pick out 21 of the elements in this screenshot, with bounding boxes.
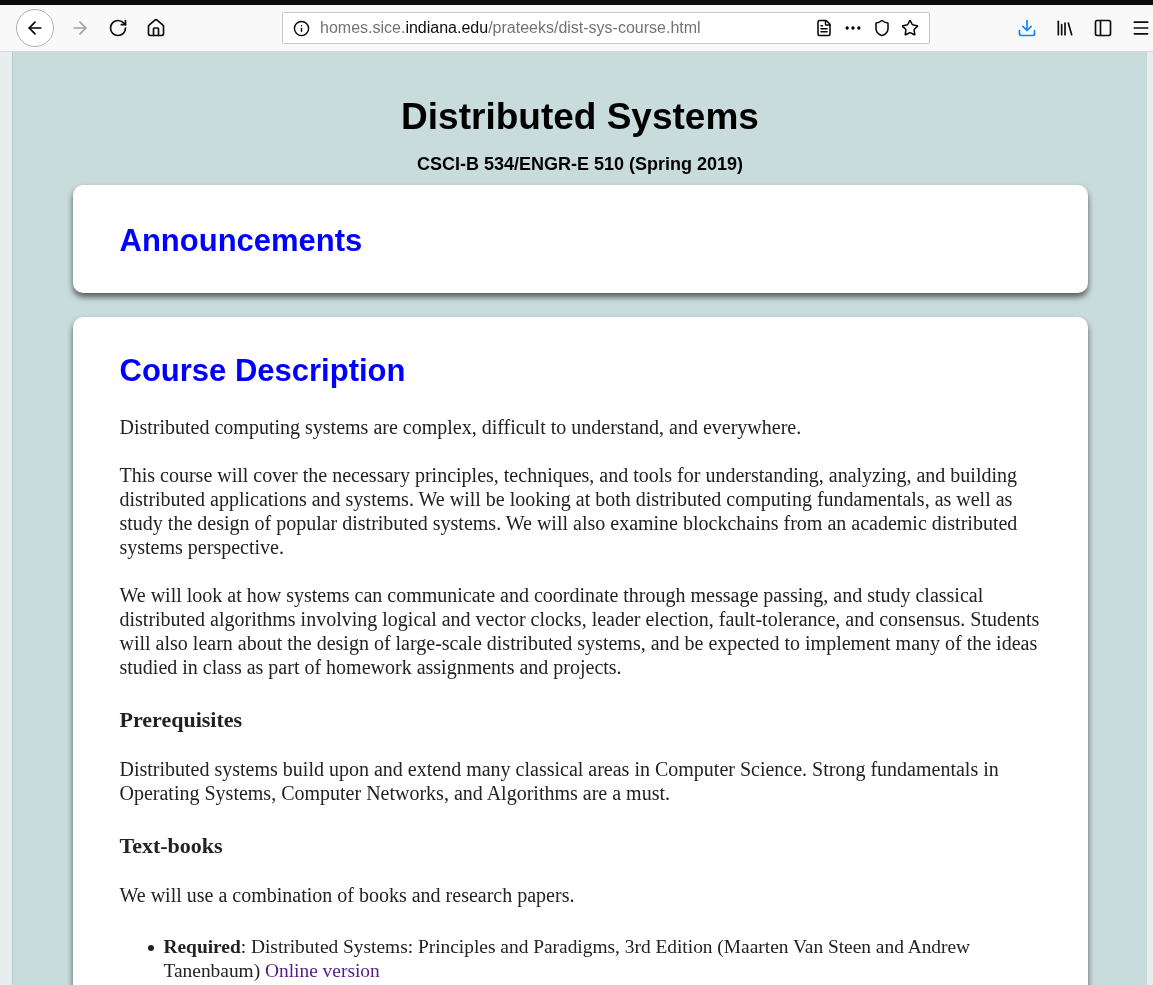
page-subtitle: CSCI-B 534/ENGR-E 510 (Spring 2019) xyxy=(416,154,744,175)
page-title: Distributed Systems xyxy=(401,96,759,138)
reader-view-icon[interactable] xyxy=(815,19,833,37)
paragraph: Distributed systems build upon and extend many classical areas in Computer Science. Strong fundamentals in Operating Systems, Computer Networks, and Algorithms are a must. xyxy=(119,757,1000,805)
scrollbar[interactable] xyxy=(1147,52,1153,985)
subsection-heading: Prerequisites xyxy=(119,707,244,733)
paragraph: This course will cover the necessary principles, techniques, and tools for understanding, analyzing, and building distributed applications and systems. We will be looking at both distributed computing fundamentals, as well as study the design of popular distributed systems. We will also examine blockchains from an academic distributed systems perspective. xyxy=(119,463,1019,559)
info-icon[interactable] xyxy=(293,19,310,37)
back-button[interactable] xyxy=(16,9,54,47)
paragraph: We will look at how systems can communicate and coordinate through message passing, and study classical distributed algorithms involving logical and vector clocks, leader election, fault-tolerance, and consensus. Students will also learn about the design of large-scale distributed systems, and be expected to implement many of the ideas studied in class as part of homework assignments and projects. xyxy=(119,583,1041,679)
paragraph: We will use a combination of books and research papers. xyxy=(119,883,576,907)
online-version-link[interactable]: Online version xyxy=(265,960,380,981)
paragraph: Distributed computing systems are complex, difficult to understand, and everywhere. xyxy=(119,415,803,439)
section-heading: Announcements xyxy=(119,223,364,259)
url-text: homes.sice.indiana.edu/prateeks/dist-sys-course.html xyxy=(320,19,702,37)
subsection-heading: Text-books xyxy=(119,833,224,859)
bookmark-star-icon[interactable] xyxy=(901,19,919,37)
address-bar[interactable]: homes.sice.indiana.edu/prateeks/dist-sys-course.html xyxy=(282,12,930,44)
list-item-text: Required: Distributed Systems: Principles and Paradigms, 3rd Edition (Maarten Van Steen and Andrew Tanenbaum) Online version xyxy=(163,935,972,983)
section-heading: Course Description xyxy=(119,353,407,389)
bullet-icon xyxy=(147,945,154,951)
